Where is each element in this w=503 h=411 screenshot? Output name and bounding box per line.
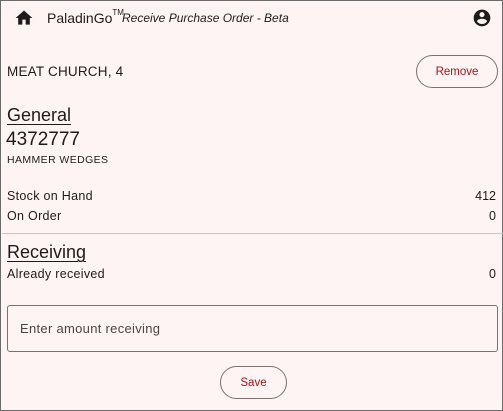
already-received-label: Already received: [7, 267, 105, 281]
account-button[interactable]: [471, 7, 493, 29]
home-icon: [15, 10, 33, 25]
page-subtitle: Receive Purchase Order - Beta: [122, 11, 289, 25]
amount-receiving-input[interactable]: [7, 305, 498, 352]
brand-name: PaladinGo: [47, 10, 113, 26]
general-section-title: General: [7, 105, 72, 125]
already-received-value: 0: [489, 267, 496, 281]
save-button[interactable]: Save: [220, 366, 287, 399]
account-circle-icon: [473, 9, 491, 27]
remove-button[interactable]: Remove: [416, 55, 498, 88]
section-divider: [2, 233, 503, 234]
on-order-value: 0: [489, 209, 496, 223]
receiving-section-title: Receiving: [7, 242, 87, 262]
app-frame: PaladinGoTM Receive Purchase Order - Bet…: [0, 0, 503, 411]
home-button[interactable]: [13, 7, 35, 29]
app-brand: PaladinGoTM: [47, 8, 124, 26]
on-order-label: On Order: [7, 209, 62, 223]
product-description: HAMMER WEDGES: [7, 154, 109, 166]
top-app-bar: PaladinGoTM Receive Purchase Order - Bet…: [1, 1, 502, 35]
product-sku: 4372777: [6, 129, 80, 150]
stock-on-hand-value: 412: [475, 189, 496, 203]
stock-on-hand-label: Stock on Hand: [7, 189, 93, 203]
product-name: MEAT CHURCH, 4: [7, 64, 124, 79]
